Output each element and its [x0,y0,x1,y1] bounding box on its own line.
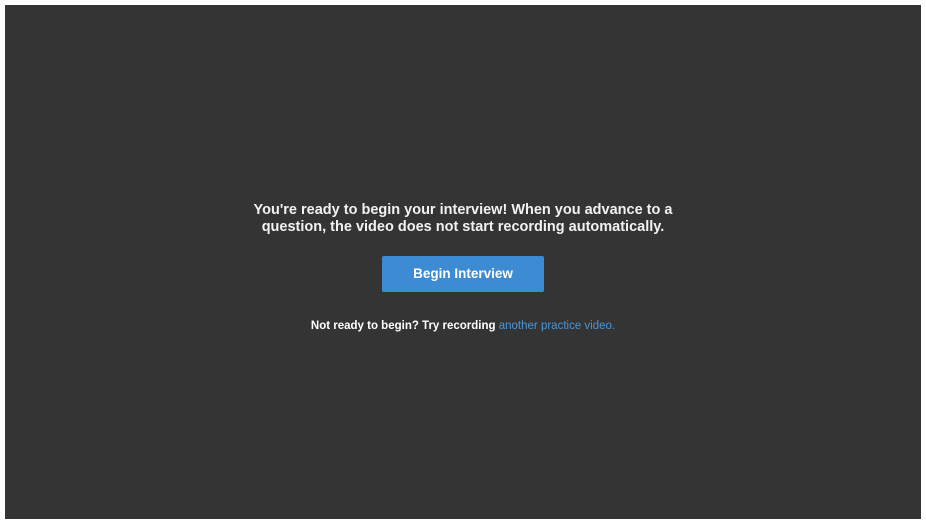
ready-message-line-2: question, the video does not start recor… [261,219,665,235]
interview-stage: You're ready to begin your interview! Wh… [5,5,921,519]
begin-interview-button[interactable]: Begin Interview [382,256,544,292]
practice-video-link[interactable]: another practice video. [499,320,615,332]
practice-prompt-text: Not ready to begin? Try recording [310,320,499,332]
ready-message: You're ready to begin your interview! Wh… [203,202,723,236]
ready-message-line-1: You're ready to begin your interview! Wh… [253,202,673,218]
ready-panel: You're ready to begin your interview! Wh… [5,202,921,332]
practice-prompt: Not ready to begin? Try recording anothe… [5,320,921,332]
